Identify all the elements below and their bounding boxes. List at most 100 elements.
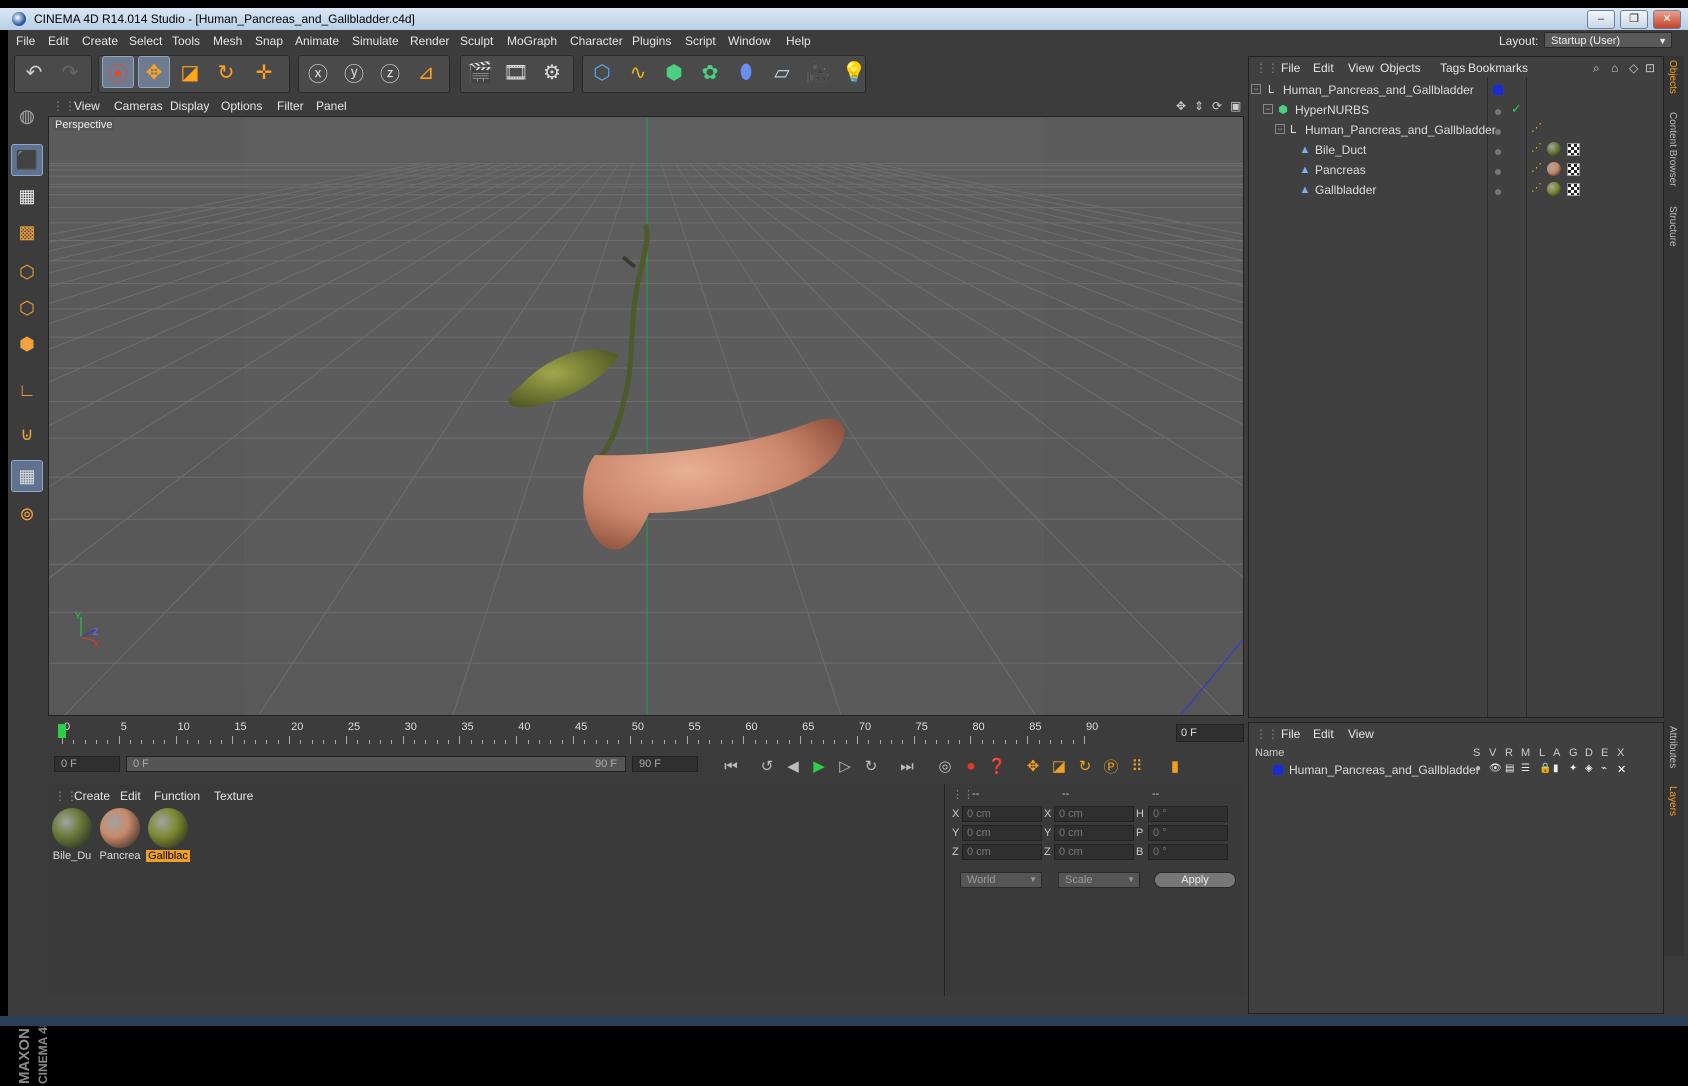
layer-color-swatch[interactable] bbox=[1273, 765, 1283, 775]
add-object-icon[interactable]: ✛ bbox=[248, 56, 280, 88]
rotate-icon[interactable]: ↻ bbox=[210, 56, 242, 88]
texture-mode-icon[interactable]: ▦ bbox=[11, 180, 43, 212]
play-icon[interactable]: ▶ bbox=[806, 754, 832, 778]
material-tag-icon[interactable] bbox=[1547, 142, 1561, 156]
material-swatch[interactable]: Gallblac bbox=[146, 808, 190, 866]
object-row[interactable]: − Ⅼ Human_Pancreas_and_Gallbladder bbox=[1249, 81, 1487, 99]
size-z-field[interactable]: 0 cm bbox=[1054, 844, 1134, 860]
menu-script[interactable]: Script bbox=[685, 34, 716, 48]
z-axis-lock-icon[interactable]: ⓩ bbox=[374, 56, 406, 88]
menu-create[interactable]: Create bbox=[82, 34, 118, 48]
size-mode-dropdown[interactable]: Scale ▼ bbox=[1058, 872, 1140, 888]
position-x-field[interactable]: 0 cm bbox=[962, 806, 1042, 822]
camera-icon[interactable]: 🎥 bbox=[802, 56, 834, 88]
expand-toggle[interactable]: − bbox=[1251, 84, 1261, 94]
viewport-maximize-icon[interactable]: ▣ bbox=[1230, 99, 1241, 113]
autokey-icon[interactable]: ⏺ bbox=[958, 754, 984, 778]
keyframe-selection-icon[interactable]: ❓ bbox=[984, 754, 1010, 778]
viewport-menu-display[interactable]: Display bbox=[170, 99, 209, 113]
menu-edit[interactable]: Edit bbox=[48, 34, 69, 48]
visibility-dot[interactable] bbox=[1495, 189, 1501, 195]
material-menu-texture[interactable]: Texture bbox=[214, 789, 253, 803]
render-settings-icon[interactable]: ⚙ bbox=[536, 56, 568, 88]
model-mode-icon[interactable]: ⬛ bbox=[11, 144, 43, 176]
material-menu-edit[interactable]: Edit bbox=[120, 789, 141, 803]
record-scale-icon[interactable]: ◪ bbox=[1046, 754, 1072, 778]
nurbs-icon[interactable]: ⬢ bbox=[658, 56, 690, 88]
layout-dropdown[interactable]: Startup (User) ▼ bbox=[1544, 32, 1672, 48]
xref-toggle-icon[interactable]: ✕ bbox=[1617, 763, 1626, 776]
material-menu-function[interactable]: Function bbox=[154, 789, 200, 803]
render-toggle-icon[interactable]: ▤ bbox=[1505, 763, 1514, 774]
position-z-field[interactable]: 0 cm bbox=[962, 844, 1042, 860]
menu-snap[interactable]: Snap bbox=[255, 34, 283, 48]
expand-toggle[interactable]: − bbox=[1275, 124, 1285, 134]
menu-window[interactable]: Window bbox=[728, 34, 771, 48]
record-rotation-icon[interactable]: ↻ bbox=[1072, 754, 1098, 778]
coordinate-space-dropdown[interactable]: World ▼ bbox=[960, 872, 1042, 888]
points-mode-icon[interactable]: ⬡ bbox=[11, 256, 43, 288]
spline-icon[interactable]: ∿ bbox=[622, 56, 654, 88]
menu-mograph[interactable]: MoGraph bbox=[507, 34, 557, 48]
array-icon[interactable]: ✿ bbox=[694, 56, 726, 88]
record-pla-icon[interactable]: ⠿ bbox=[1124, 754, 1150, 778]
lock-icon[interactable]: 🔒 bbox=[1539, 763, 1551, 774]
objects-menu-view[interactable]: View bbox=[1348, 61, 1374, 75]
objects-menu-file[interactable]: File bbox=[1281, 61, 1300, 75]
side-tab-objects[interactable]: Objects bbox=[1667, 60, 1678, 94]
viewport-nav-zoom-icon[interactable]: ⇕ bbox=[1194, 99, 1204, 113]
side-tab-structure[interactable]: Structure bbox=[1667, 206, 1678, 247]
apply-button[interactable]: Apply bbox=[1154, 872, 1236, 888]
home-icon[interactable]: ⌂ bbox=[1611, 61, 1618, 75]
x-axis-lock-icon[interactable]: ⓧ bbox=[302, 56, 334, 88]
objects-menu-tags[interactable]: Tags bbox=[1440, 61, 1465, 75]
timeline-ruler[interactable]: 0 5 10 15 20 25 30 35 40 45 50 55 60 65 70 75 80 85 90 bbox=[48, 720, 1244, 746]
go-to-end-icon[interactable]: ⏭ bbox=[894, 754, 920, 778]
viewport-menu-options[interactable]: Options bbox=[221, 99, 262, 113]
search-icon[interactable]: ⌕ bbox=[1593, 61, 1600, 76]
record-position-icon[interactable]: ✥ bbox=[1020, 754, 1046, 778]
uvw-tag-icon[interactable] bbox=[1567, 143, 1580, 156]
menu-plugins[interactable]: Plugins bbox=[632, 34, 671, 48]
solo-toggle-icon[interactable]: ● bbox=[1475, 763, 1481, 774]
record-active-icon[interactable]: ◎ bbox=[932, 754, 958, 778]
size-x-field[interactable]: 0 cm bbox=[1054, 806, 1134, 822]
locked-workplane-icon[interactable]: ⊚ bbox=[11, 498, 43, 530]
next-frame-icon[interactable]: ▷ bbox=[832, 754, 858, 778]
y-axis-lock-icon[interactable]: ⓨ bbox=[338, 56, 370, 88]
close-button[interactable]: ✕ bbox=[1653, 10, 1681, 29]
visibility-dot[interactable] bbox=[1495, 169, 1501, 175]
menu-help[interactable]: Help bbox=[786, 34, 811, 48]
menu-sculpt[interactable]: Sculpt bbox=[460, 34, 493, 48]
phong-tag-icon[interactable]: ⋰ bbox=[1531, 181, 1542, 194]
light-icon[interactable]: 💡 bbox=[838, 56, 870, 88]
menu-file[interactable]: File bbox=[16, 34, 35, 48]
viewport-menu-panel[interactable]: Panel bbox=[316, 99, 347, 113]
timeline-playhead[interactable] bbox=[58, 724, 66, 738]
phong-tag-icon[interactable]: ⋰ bbox=[1531, 141, 1542, 154]
menu-mesh[interactable]: Mesh bbox=[213, 34, 242, 48]
cube-icon[interactable]: ⬡ bbox=[586, 56, 618, 88]
menu-animate[interactable]: Animate bbox=[295, 34, 339, 48]
phong-tag-icon[interactable]: ⋰ bbox=[1531, 161, 1542, 174]
phong-tag-icon[interactable]: ⋰ bbox=[1531, 121, 1542, 134]
perspective-viewport[interactable]: Perspective Y Z X bbox=[48, 116, 1244, 716]
layers-menu-view[interactable]: View bbox=[1348, 727, 1374, 741]
render-picture-viewer-icon[interactable]: 🎞 bbox=[500, 56, 532, 88]
uvw-tag-icon[interactable] bbox=[1567, 183, 1580, 196]
viewport-menu-filter[interactable]: Filter bbox=[277, 99, 304, 113]
frame-range-slider[interactable]: 0 F 90 F bbox=[126, 756, 626, 772]
generators-toggle-icon[interactable]: ✦ bbox=[1569, 763, 1577, 774]
rotation-h-field[interactable]: 0 ° bbox=[1148, 806, 1228, 822]
snap-grid-icon[interactable]: ▦ bbox=[11, 460, 43, 492]
position-y-field[interactable]: 0 cm bbox=[962, 825, 1042, 841]
expressions-toggle-icon[interactable]: ⌁ bbox=[1601, 763, 1607, 774]
visibility-dot[interactable] bbox=[1495, 109, 1501, 115]
edges-mode-icon[interactable]: ⬡ bbox=[11, 292, 43, 324]
manager-toggle-icon[interactable]: ☰ bbox=[1521, 763, 1530, 774]
size-y-field[interactable]: 0 cm bbox=[1054, 825, 1134, 841]
objects-menu-bookmarks[interactable]: Bookmarks bbox=[1468, 61, 1528, 75]
rotation-b-field[interactable]: 0 ° bbox=[1148, 844, 1228, 860]
redo-icon[interactable]: ↷ bbox=[54, 56, 86, 88]
viewport-nav-move-icon[interactable]: ✥ bbox=[1176, 99, 1186, 113]
